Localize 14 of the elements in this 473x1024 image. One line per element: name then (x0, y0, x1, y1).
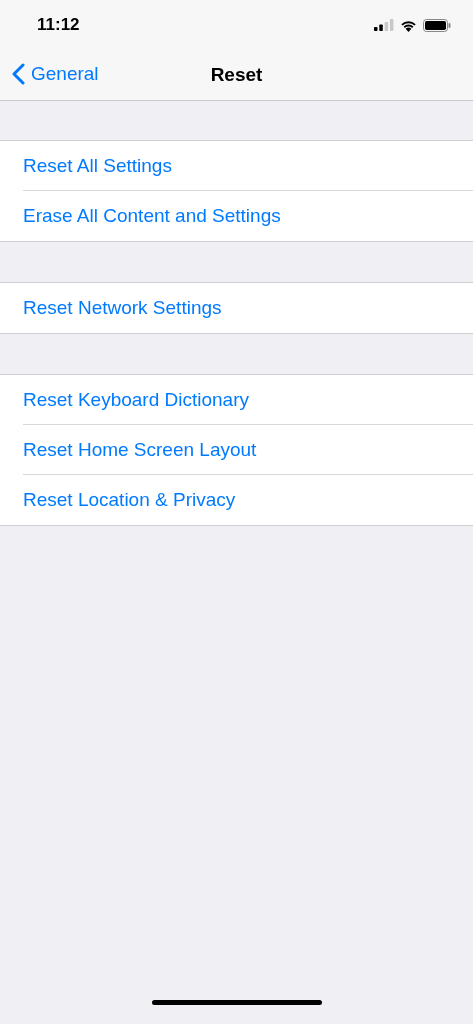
reset-action[interactable]: Reset All Settings (23, 154, 172, 177)
battery-icon (423, 18, 451, 32)
wifi-icon (400, 18, 417, 32)
reset-action[interactable]: Reset Network Settings (23, 297, 222, 319)
signal-icon (374, 19, 394, 31)
reset-action[interactable]: Erase All Content and Settings (23, 205, 281, 227)
reset-action[interactable]: Reset Keyboard Dictionary (23, 388, 249, 411)
back-button[interactable]: General (12, 63, 99, 85)
home-indicator[interactable] (151, 1000, 322, 1005)
reset-action[interactable]: Reset Location & Privacy (23, 489, 236, 511)
back-chevron-icon (12, 63, 25, 85)
reset-action[interactable]: Reset Home Screen Layout (23, 438, 257, 461)
page-title: Reset (210, 64, 263, 86)
status-time: 11:12 (37, 15, 80, 35)
